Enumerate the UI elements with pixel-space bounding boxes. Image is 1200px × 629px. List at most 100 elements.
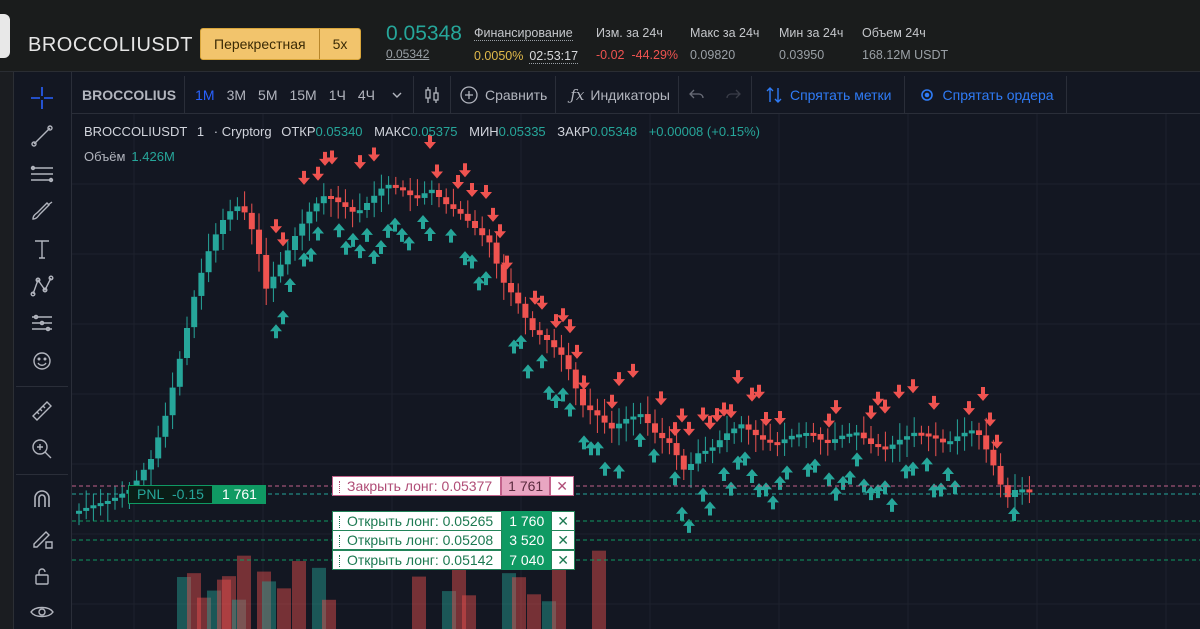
candle-body xyxy=(644,414,651,424)
cancel-order-icon[interactable]: ✕ xyxy=(550,476,574,496)
buy-marker-icon xyxy=(718,466,730,481)
buy-marker-icon xyxy=(375,239,387,254)
funding-stat: Финансирование 0.0050% 02:53:17 xyxy=(474,26,579,64)
buy-marker-icon xyxy=(270,324,282,339)
candle-body xyxy=(594,410,601,416)
leverage-button[interactable]: 5x xyxy=(318,29,361,59)
text-icon[interactable] xyxy=(24,231,60,267)
buy-marker-icon xyxy=(515,334,527,349)
buy-marker-icon xyxy=(837,475,849,490)
position-label[interactable]: PNL -0.15 1 761 xyxy=(128,485,266,504)
cancel-order-icon[interactable]: ✕ xyxy=(551,511,575,531)
drag-handle-icon[interactable] xyxy=(339,535,341,548)
candle-body xyxy=(666,438,673,443)
candle-body xyxy=(184,328,190,358)
brush-icon[interactable] xyxy=(24,193,60,229)
cancel-order-icon[interactable]: ✕ xyxy=(551,530,575,550)
lock-drawing-icon[interactable] xyxy=(24,520,60,556)
sell-marker-icon xyxy=(368,147,380,162)
cancel-order-icon[interactable]: ✕ xyxy=(551,550,575,570)
emoji-icon[interactable] xyxy=(24,343,60,379)
candle-body xyxy=(1019,489,1026,493)
trendline-icon[interactable] xyxy=(24,118,60,154)
candle-body xyxy=(349,207,356,212)
open-long-order[interactable]: Открыть лонг: 0.05208 3 520 ✕ xyxy=(332,530,575,550)
candle-body xyxy=(364,203,370,210)
candle-body xyxy=(616,423,622,429)
crosshair-icon[interactable] xyxy=(24,80,60,116)
forecast-icon[interactable] xyxy=(24,305,60,341)
drag-handle-icon[interactable] xyxy=(339,481,341,494)
candle-body xyxy=(313,203,320,212)
legend-high: 0.05375 xyxy=(410,124,458,139)
candles-icon[interactable] xyxy=(414,76,450,114)
candle-body xyxy=(580,389,586,406)
order-label-text: Открыть лонг: 0.05142 xyxy=(347,552,494,568)
zoom-in-icon[interactable] xyxy=(24,431,60,467)
redo-icon[interactable] xyxy=(715,76,751,114)
lock-icon[interactable] xyxy=(24,558,60,594)
volume-bar xyxy=(412,576,426,629)
sell-marker-icon xyxy=(578,375,590,390)
candle-body xyxy=(191,296,198,328)
margin-mode-group: Перекрестная 5x xyxy=(200,28,362,60)
interval-1h[interactable]: 1Ч xyxy=(323,76,352,114)
chevron-down-icon[interactable] xyxy=(381,76,413,114)
candle-body xyxy=(328,196,334,199)
close-long-order[interactable]: Закрыть лонг: 0.05377 1 761 ✕ xyxy=(332,476,574,496)
hide-orders-button[interactable]: Спрятать ордера xyxy=(905,76,1066,114)
pattern-icon[interactable] xyxy=(24,268,60,304)
interval-15m[interactable]: 15М xyxy=(283,76,322,114)
margin-mode-button[interactable]: Перекрестная xyxy=(201,29,319,59)
candle-body xyxy=(544,335,550,340)
fib-icon[interactable] xyxy=(24,156,60,192)
chart-canvas[interactable] xyxy=(72,114,1200,629)
candle-body xyxy=(198,272,205,296)
candle-body xyxy=(169,387,176,416)
candle-body xyxy=(486,235,493,243)
open-long-order[interactable]: Открыть лонг: 0.05265 1 760 ✕ xyxy=(332,511,575,531)
open-long-order[interactable]: Открыть лонг: 0.05142 7 040 ✕ xyxy=(332,550,575,570)
legend-symbol[interactable]: BROCCOLIUSDT xyxy=(84,124,187,139)
compare-button[interactable]: Сравнить xyxy=(451,76,555,114)
price-chart[interactable]: BROCCOLIUSDT 1 · Cryptorg ОТКР0.05340 МА… xyxy=(72,114,1200,629)
indicators-button[interactable]: ƒx Индикаторы xyxy=(556,76,678,114)
candle-body xyxy=(83,507,90,511)
low-value: 0.03950 xyxy=(779,48,825,62)
buy-marker-icon xyxy=(676,506,688,521)
buy-marker-icon xyxy=(284,278,296,293)
order-label: Открыть лонг: 0.05142 xyxy=(332,550,503,570)
candle-body xyxy=(97,503,104,507)
ruler-icon[interactable] xyxy=(24,393,60,429)
candle-body xyxy=(817,434,824,440)
magnet-icon[interactable] xyxy=(24,482,60,518)
candle-body xyxy=(695,453,702,464)
interval-3m[interactable]: 3М xyxy=(221,76,252,114)
candle-body xyxy=(731,428,738,434)
candle-body xyxy=(299,223,306,236)
interval-5m[interactable]: 5М xyxy=(252,76,283,114)
funding-label[interactable]: Финансирование xyxy=(474,26,573,41)
undo-icon[interactable] xyxy=(679,76,715,114)
sell-marker-icon xyxy=(480,185,492,200)
toolbar-divider xyxy=(16,386,68,387)
candle-body xyxy=(148,459,154,470)
candle-body xyxy=(356,210,363,214)
drag-handle-icon[interactable] xyxy=(339,516,341,529)
interval-1m[interactable]: 1М xyxy=(185,76,220,114)
candle-body xyxy=(896,439,903,445)
eye-icon[interactable] xyxy=(24,594,60,629)
volume-stat: Объем 24ч 168.12M USDT xyxy=(862,26,948,62)
drag-handle-icon[interactable] xyxy=(339,555,341,568)
candle-body xyxy=(551,340,558,348)
symbol-title[interactable]: BROCCOLIUSDT xyxy=(28,34,193,57)
buy-marker-icon xyxy=(879,480,891,495)
sell-marker-icon xyxy=(676,408,688,423)
interval-4h[interactable]: 4Ч xyxy=(352,76,381,114)
buy-marker-icon xyxy=(473,276,485,291)
symbol-search-button[interactable]: BROCCOLIUS xyxy=(72,76,184,114)
volume-label: Объем 24ч xyxy=(862,26,926,40)
candle-body xyxy=(788,435,795,440)
candle-body xyxy=(824,439,831,444)
hide-marks-button[interactable]: Спрятать метки xyxy=(752,76,904,114)
